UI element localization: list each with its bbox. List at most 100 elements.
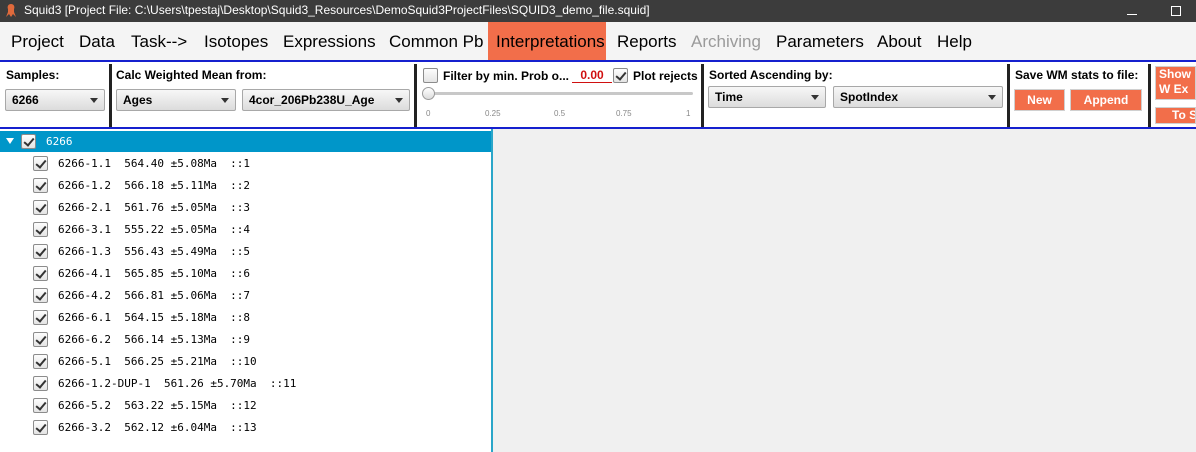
- minimize-icon: [1127, 13, 1137, 15]
- tree-row[interactable]: 6266-6.2 566.14 ±5.13Ma ::9: [0, 329, 491, 351]
- menu-data[interactable]: Data: [71, 22, 123, 60]
- samples-select[interactable]: 6266: [5, 89, 105, 111]
- spot-checkbox[interactable]: [33, 310, 48, 325]
- spot-checkbox[interactable]: [33, 178, 48, 193]
- spot-label: 6266-4.1 565.85 ±5.10Ma ::6: [58, 267, 251, 280]
- calc-field-select[interactable]: 4cor_206Pb238U_Age: [242, 89, 410, 111]
- spot-label: 6266-6.1 564.15 ±5.18Ma ::8: [58, 311, 251, 324]
- slider-tick: 1: [686, 109, 691, 118]
- plot-area: [495, 129, 1196, 452]
- show-wm-expression-button[interactable]: Show W Expres: [1155, 66, 1196, 100]
- spot-tree: 6266 6266-1.1 564.40 ±5.08Ma ::16266-1.2…: [0, 129, 493, 452]
- spot-checkbox[interactable]: [33, 354, 48, 369]
- menu-help[interactable]: Help: [929, 22, 980, 60]
- samples-select-value: 6266: [12, 93, 39, 107]
- sort-secondary-select[interactable]: SpotIndex: [833, 86, 1003, 108]
- save-wm-stats-label: Save WM stats to file:: [1015, 68, 1139, 82]
- tree-row[interactable]: 6266-1.1 564.40 ±5.08Ma ::1: [0, 153, 491, 175]
- spot-checkbox[interactable]: [33, 420, 48, 435]
- plot-rejects-checkbox[interactable]: [613, 68, 628, 83]
- slider-tick: 0.75: [616, 109, 632, 118]
- sort-secondary-value: SpotIndex: [840, 90, 899, 104]
- calc-source-select[interactable]: Ages: [116, 89, 236, 111]
- chevron-down-icon: [221, 98, 229, 103]
- tree-row[interactable]: 6266-5.1 566.25 ±5.21Ma ::10: [0, 351, 491, 373]
- menu-reports[interactable]: Reports: [609, 22, 685, 60]
- samples-label: Samples:: [6, 68, 60, 82]
- spot-checkbox[interactable]: [33, 200, 48, 215]
- squid-app-icon: [6, 4, 16, 17]
- menu-bar: Project Data Task--> Isotopes Expression…: [0, 22, 1196, 60]
- chevron-down-icon: [811, 95, 819, 100]
- chevron-down-icon: [90, 98, 98, 103]
- menu-interpretations[interactable]: Interpretations: [488, 22, 606, 60]
- spot-checkbox[interactable]: [33, 398, 48, 413]
- slider-tick: 0.5: [554, 109, 566, 118]
- filter-prob-checkbox[interactable]: [423, 68, 438, 83]
- toolbar-divider: [414, 64, 417, 127]
- spot-label: 6266-5.2 563.22 ±5.15Ma ::12: [58, 399, 257, 412]
- new-button[interactable]: New: [1014, 89, 1065, 111]
- spot-label: 6266-1.2 566.18 ±5.11Ma ::2: [58, 179, 251, 192]
- tree-row[interactable]: 6266-4.2 566.81 ±5.06Ma ::7: [0, 285, 491, 307]
- calc-weighted-mean-label: Calc Weighted Mean from:: [116, 68, 267, 82]
- spot-checkbox[interactable]: [33, 288, 48, 303]
- spot-label: 6266-3.2 562.12 ±6.04Ma ::13: [58, 421, 257, 434]
- chevron-down-icon: [988, 95, 996, 100]
- menu-parameters[interactable]: Parameters: [768, 22, 872, 60]
- spot-checkbox[interactable]: [33, 156, 48, 171]
- spot-label: 6266-3.1 555.22 ±5.05Ma ::4: [58, 223, 251, 236]
- spot-label: 6266-5.1 566.25 ±5.21Ma ::10: [58, 355, 257, 368]
- tree-root-checkbox[interactable]: [21, 134, 36, 149]
- tree-row[interactable]: 6266-3.2 562.12 ±6.04Ma ::13: [0, 417, 491, 439]
- slider-tick: 0.25: [485, 109, 501, 118]
- spot-label: 6266-1.2-DUP-1 561.26 ±5.70Ma ::11: [58, 377, 297, 390]
- min-prob-field[interactable]: 0.00: [572, 68, 612, 83]
- tree-root-row[interactable]: 6266: [0, 131, 491, 152]
- maximize-button[interactable]: [1156, 0, 1196, 22]
- tree-row[interactable]: 6266-1.2-DUP-1 561.26 ±5.70Ma ::11: [0, 373, 491, 395]
- tree-row[interactable]: 6266-3.1 555.22 ±5.05Ma ::4: [0, 219, 491, 241]
- to-s-button[interactable]: To S: [1155, 107, 1196, 124]
- spot-checkbox[interactable]: [33, 222, 48, 237]
- sorted-ascending-label: Sorted Ascending by:: [709, 68, 833, 82]
- spot-checkbox[interactable]: [33, 244, 48, 259]
- menu-expressions[interactable]: Expressions: [275, 22, 384, 60]
- prob-slider-track[interactable]: [425, 92, 693, 95]
- menu-isotopes[interactable]: Isotopes: [196, 22, 276, 60]
- tree-row[interactable]: 6266-1.3 556.43 ±5.49Ma ::5: [0, 241, 491, 263]
- tree-row[interactable]: 6266-5.2 563.22 ±5.15Ma ::12: [0, 395, 491, 417]
- menu-project[interactable]: Project: [3, 22, 72, 60]
- tree-row[interactable]: 6266-6.1 564.15 ±5.18Ma ::8: [0, 307, 491, 329]
- plot-rejects-label: Plot rejects: [633, 69, 698, 83]
- spot-label: 6266-1.3 556.43 ±5.49Ma ::5: [58, 245, 251, 258]
- spot-checkbox[interactable]: [33, 376, 48, 391]
- minimize-button[interactable]: [1112, 0, 1152, 22]
- calc-field-value: 4cor_206Pb238U_Age: [249, 93, 375, 107]
- menu-archiving: Archiving: [691, 32, 761, 51]
- interpretations-toolbar: Samples: 6266 Calc Weighted Mean from: A…: [0, 60, 1196, 129]
- menu-common-pb[interactable]: Common Pb: [381, 22, 491, 60]
- tree-row[interactable]: 6266-4.1 565.85 ±5.10Ma ::6: [0, 263, 491, 285]
- spot-label: 6266-4.2 566.81 ±5.06Ma ::7: [58, 289, 251, 302]
- chevron-down-icon: [395, 98, 403, 103]
- spot-checkbox[interactable]: [33, 266, 48, 281]
- tree-row[interactable]: 6266-2.1 561.76 ±5.05Ma ::3: [0, 197, 491, 219]
- slider-tick: 0: [426, 109, 431, 118]
- filter-prob-label: Filter by min. Prob o...: [443, 69, 570, 83]
- menu-task[interactable]: Task-->: [123, 22, 195, 60]
- menu-about[interactable]: About: [869, 22, 929, 60]
- window-title: Squid3 [Project File: C:\Users\tpestaj\D…: [24, 3, 650, 17]
- sort-primary-value: Time: [715, 90, 743, 104]
- append-button[interactable]: Append: [1070, 89, 1142, 111]
- spot-label: 6266-2.1 561.76 ±5.05Ma ::3: [58, 201, 251, 214]
- maximize-icon: [1171, 6, 1181, 16]
- tree-row[interactable]: 6266-1.2 566.18 ±5.11Ma ::2: [0, 175, 491, 197]
- spot-checkbox[interactable]: [33, 332, 48, 347]
- spot-label: 6266-6.2 566.14 ±5.13Ma ::9: [58, 333, 251, 346]
- expand-toggle-icon[interactable]: [6, 138, 14, 144]
- toolbar-divider: [109, 64, 112, 127]
- sort-primary-select[interactable]: Time: [708, 86, 826, 108]
- tree-root-label: 6266: [46, 135, 73, 148]
- prob-slider-thumb[interactable]: [422, 87, 435, 100]
